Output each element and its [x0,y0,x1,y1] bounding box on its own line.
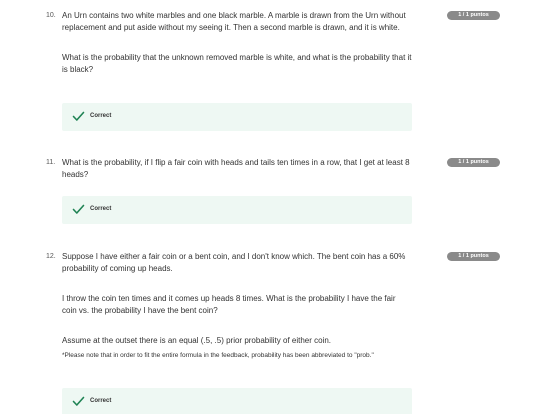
question-text: An Urn contains two white marbles and on… [62,10,412,76]
question-number: 10. [46,12,56,19]
score-badge: 1 / 1 puntos [447,11,500,20]
question-paragraph: An Urn contains two white marbles and on… [62,11,406,32]
question-paragraph: Suppose I have either a fair coin or a b… [62,252,406,273]
correct-label: Correct [90,398,112,404]
question-paragraph: What is the probability that the unknown… [62,53,412,74]
score-badge: 1 / 1 puntos [447,158,500,167]
question-number: 12. [46,253,56,260]
correct-label: Correct [90,113,112,119]
question-number: 11. [46,159,56,166]
check-icon [72,204,85,214]
correct-feedback-box: Correct [62,103,412,131]
check-icon [72,396,85,406]
question-text: What is the probability, if I flip a fai… [62,157,412,181]
question-paragraph: What is the probability, if I flip a fai… [62,158,410,179]
correct-feedback-box: Correct [62,388,412,414]
question-text: Suppose I have either a fair coin or a b… [62,251,412,361]
question-paragraph: I throw the coin ten times and it comes … [62,294,396,315]
correct-label: Correct [90,206,112,212]
check-icon [72,111,85,121]
quiz-feedback-page: 10. An Urn contains two white marbles an… [0,0,533,414]
question-note: *Please note that in order to fit the en… [62,352,374,359]
correct-feedback-box: Correct [62,196,412,224]
score-badge: 1 / 1 puntos [447,252,500,261]
question-paragraph: Assume at the outset there is an equal (… [62,336,332,345]
